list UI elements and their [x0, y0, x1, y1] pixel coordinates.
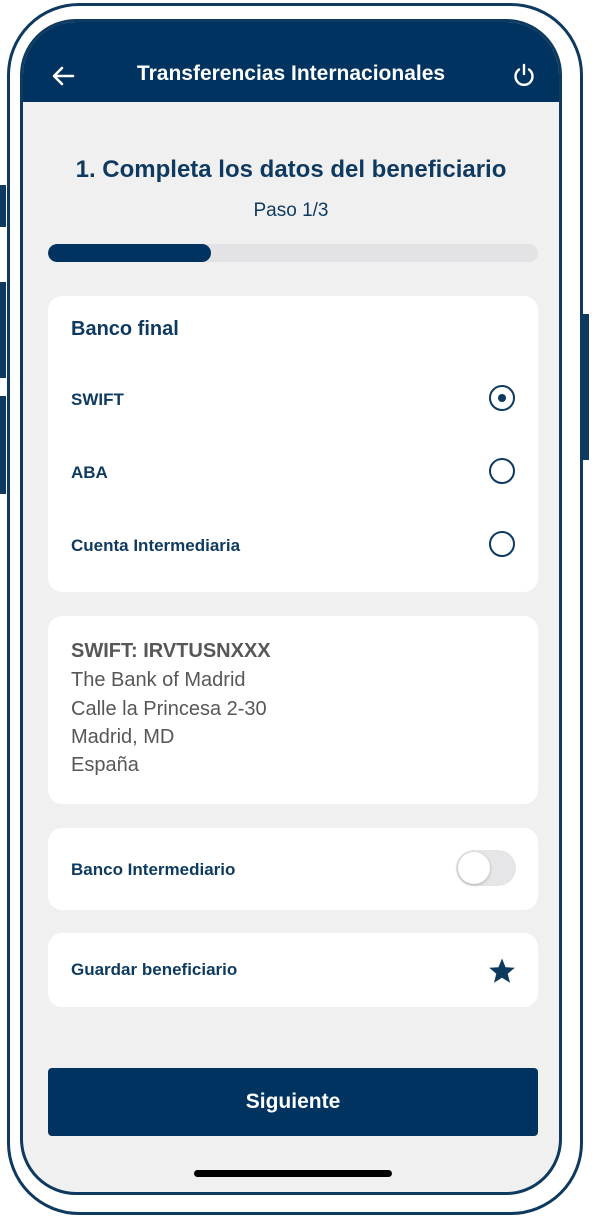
bank-type-heading: Banco final	[71, 318, 179, 340]
radio-label: Cuenta Intermediaria	[71, 536, 241, 555]
swift-code: SWIFT: IRVTUSNXXX	[71, 640, 271, 662]
header-title: Transferencias Internacionales	[136, 62, 446, 85]
radio-button[interactable]	[489, 531, 515, 557]
intermediary-bank-toggle[interactable]	[456, 850, 516, 886]
save-beneficiary-card[interactable]: Guardar beneficiario	[48, 933, 538, 1007]
bank-details-card: SWIFT: IRVTUSNXXX The Bank of Madrid Cal…	[48, 616, 538, 804]
phone-side-button	[0, 396, 6, 494]
phone-screen-frame: Transferencias Internacionales 1. Comple…	[20, 19, 562, 1195]
radio-button[interactable]	[489, 458, 515, 484]
phone-side-button	[0, 282, 6, 378]
step-title: 1. Completa los datos del beneficiario	[75, 156, 507, 183]
radio-option-intermediary-account[interactable]: Cuenta Intermediaria	[48, 516, 538, 576]
phone-side-button	[583, 314, 589, 460]
bank-city: Madrid, MD	[71, 726, 175, 748]
next-button[interactable]: Siguiente	[48, 1068, 538, 1136]
radio-label: ABA	[71, 463, 108, 482]
screen: Transferencias Internacionales 1. Comple…	[23, 22, 559, 1192]
power-icon[interactable]	[511, 62, 537, 88]
bank-type-card: Banco final SWIFT ABA Cuenta Intermediar…	[48, 296, 538, 592]
bank-country: España	[71, 754, 139, 776]
bank-street: Calle la Princesa 2-30	[71, 698, 267, 720]
radio-label: SWIFT	[71, 390, 124, 409]
progress-fill	[48, 244, 212, 262]
step-subtitle: Paso 1/3	[253, 200, 329, 221]
radio-selected-dot	[498, 394, 506, 402]
toggle-knob	[458, 852, 490, 884]
intermediary-bank-label: Banco Intermediario	[71, 860, 236, 879]
intermediary-bank-card: Banco Intermediario	[48, 828, 538, 910]
progress-bar	[48, 244, 538, 262]
app-header: Transferencias Internacionales	[23, 22, 559, 102]
radio-button[interactable]	[489, 385, 515, 411]
star-icon[interactable]	[488, 957, 516, 985]
phone-side-button	[0, 185, 6, 227]
bank-name: The Bank of Madrid	[71, 669, 246, 691]
radio-option-swift[interactable]: SWIFT	[48, 370, 538, 430]
radio-option-aba[interactable]: ABA	[48, 443, 538, 503]
save-beneficiary-label: Guardar beneficiario	[71, 960, 238, 979]
home-indicator	[194, 1170, 392, 1177]
